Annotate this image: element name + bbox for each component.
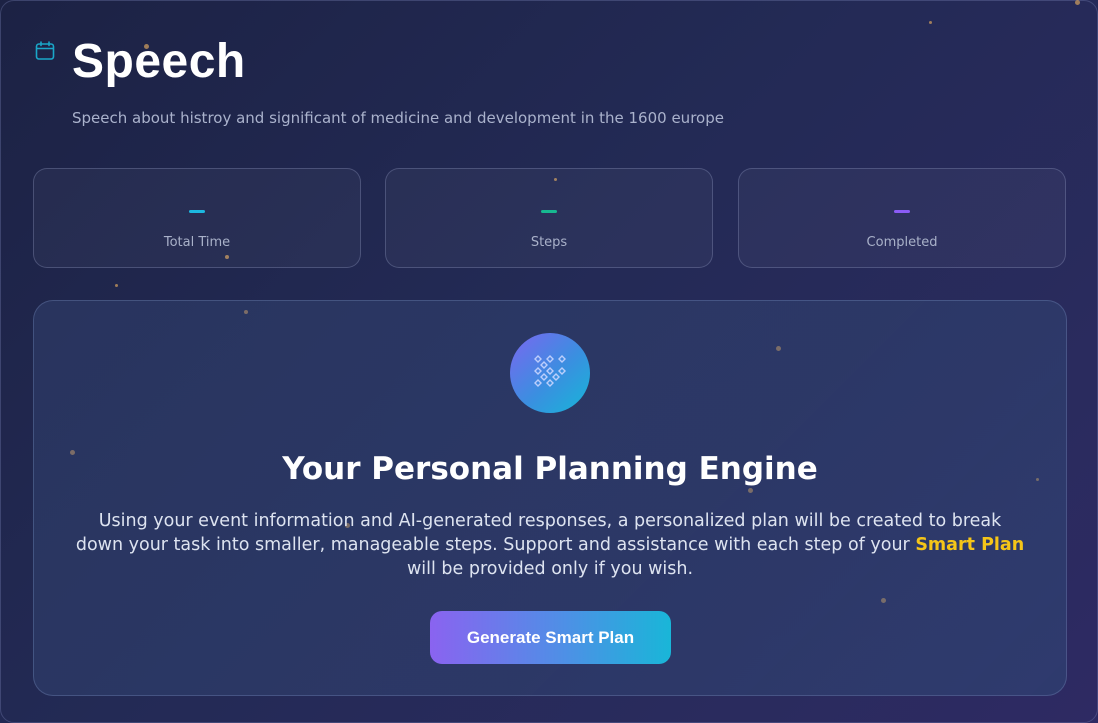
calendar-icon [35,41,55,61]
smart-plan-highlight: Smart Plan [915,535,1025,555]
stat-card-total-time: Total Time [33,168,361,268]
stat-card-completed: Completed [738,168,1066,268]
stat-value-total-time [189,210,205,213]
stat-label-completed: Completed [866,235,938,250]
stat-value-completed [894,210,910,213]
stat-card-steps: Steps [385,168,713,268]
planning-engine-panel: Your Personal Planning Engine Using your… [33,300,1067,696]
stat-label-total-time: Total Time [163,235,231,250]
stat-value-steps [541,210,557,213]
stat-label-steps: Steps [530,235,568,250]
particle [929,21,932,24]
sparkle-grid-icon [510,333,590,413]
particle [115,284,118,287]
page-title: Speech [72,35,246,88]
generate-smart-plan-button[interactable]: Generate Smart Plan [430,611,671,664]
engine-description: Using your event information and AI-gene… [75,511,1025,579]
particle [1075,0,1080,5]
page-subtitle: Speech about histroy and significant of … [72,109,724,127]
engine-title: Your Personal Planning Engine [282,451,818,487]
